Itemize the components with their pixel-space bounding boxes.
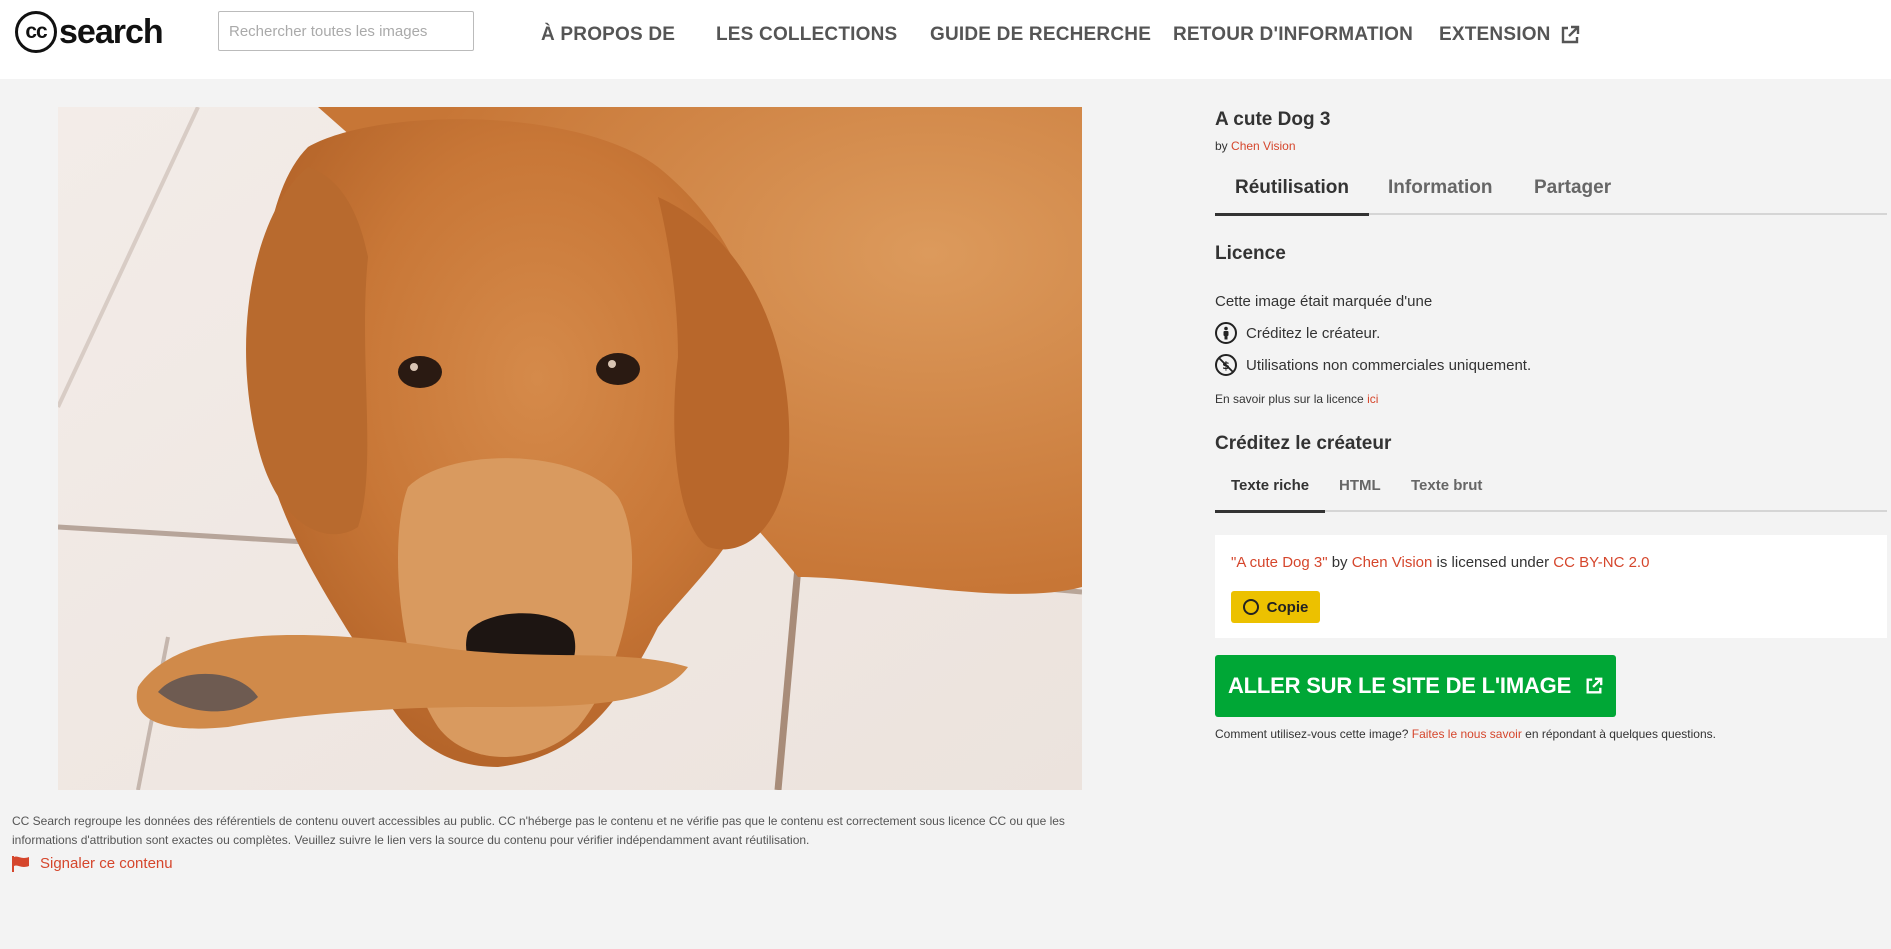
disclaimer-text: CC Search regroupe les données des référ… <box>12 814 1065 847</box>
image-details-panel: A cute Dog 3 by Chen Vision Réutilisatio… <box>1215 107 1887 741</box>
attribution-title-link[interactable]: "A cute Dog 3" <box>1231 554 1328 571</box>
attribution-text: "A cute Dog 3" by Chen Vision is license… <box>1231 554 1649 571</box>
attribution-icon <box>1215 322 1237 344</box>
tab-html[interactable]: HTML <box>1323 470 1397 512</box>
attribution-licensed: is licensed under <box>1436 554 1550 571</box>
feedback-suffix: en répondant à quelques questions. <box>1525 727 1716 741</box>
external-link-icon <box>1561 25 1579 44</box>
license-item-by: Créditez le créateur. <box>1215 322 1380 344</box>
detail-tabs: Réutilisation Information Partager <box>1215 171 1887 216</box>
tab-share[interactable]: Partager <box>1514 171 1631 215</box>
learn-more-link[interactable]: ici <box>1367 392 1378 406</box>
dog-photo <box>58 107 1082 790</box>
attribution-creator-link[interactable]: Chen Vision <box>1352 554 1433 571</box>
attribution-license-link[interactable]: CC BY-NC 2.0 <box>1553 554 1649 571</box>
cc-search-logo[interactable]: cc search <box>15 10 164 54</box>
learn-more-label: En savoir plus sur la licence <box>1215 392 1364 406</box>
cc-logo-icon: cc <box>15 11 57 53</box>
byline-by: by <box>1215 139 1228 153</box>
nav-extension-label: EXTENSION <box>1439 24 1551 45</box>
credit-format-tabs: Texte riche HTML Texte brut <box>1215 470 1887 513</box>
nav-extension[interactable]: EXTENSION <box>1439 24 1580 46</box>
nav-about[interactable]: À PROPOS DE <box>541 24 675 46</box>
go-to-image-site-button[interactable]: ALLER SUR LE SITE DE L'IMAGE <box>1215 655 1616 717</box>
nav-feedback[interactable]: RETOUR D'INFORMATION <box>1173 24 1413 46</box>
tab-information[interactable]: Information <box>1368 171 1513 215</box>
go-button-label: ALLER SUR LE SITE DE L'IMAGE <box>1227 673 1572 698</box>
tab-rich-text[interactable]: Texte riche <box>1215 470 1326 513</box>
license-item-nc: $ Utilisations non commerciales uniqueme… <box>1215 354 1531 376</box>
attribution-by: by <box>1331 554 1348 571</box>
logo-text: search <box>59 13 164 51</box>
license-item-by-label: Créditez le créateur. <box>1246 324 1381 342</box>
credit-heading: Créditez le créateur <box>1215 433 1392 454</box>
learn-more-text: En savoir plus sur la licence ici <box>1215 392 1378 406</box>
attribution-box: "A cute Dog 3" by Chen Vision is license… <box>1215 535 1887 638</box>
copy-button[interactable]: Copie <box>1231 591 1320 623</box>
image-title: A cute Dog 3 <box>1215 109 1331 130</box>
feedback-link[interactable]: Faites le nous savoir <box>1412 727 1522 741</box>
license-heading: Licence <box>1215 243 1286 264</box>
external-link-icon <box>1586 677 1603 694</box>
flag-icon <box>12 855 29 872</box>
feedback-text: Comment utilisez-vous cette image? Faite… <box>1215 727 1716 741</box>
creator-link[interactable]: Chen Vision <box>1231 139 1296 153</box>
copy-button-label: Copie <box>1266 598 1309 616</box>
nav-collections[interactable]: LES COLLECTIONS <box>716 24 897 46</box>
report-content-label: Signaler ce contenu <box>40 855 173 872</box>
tab-reuse[interactable]: Réutilisation <box>1215 171 1370 216</box>
license-intro: Cette image était marquée d'une <box>1215 293 1433 310</box>
main-image <box>58 107 1082 790</box>
nav-search-guide[interactable]: GUIDE DE RECHERCHE <box>930 24 1151 46</box>
svg-text:$: $ <box>1222 359 1230 372</box>
license-item-nc-label: Utilisations non commerciales uniquement… <box>1246 356 1532 374</box>
search-input[interactable] <box>218 11 474 51</box>
tab-plain-text[interactable]: Texte brut <box>1395 470 1498 512</box>
feedback-prefix: Comment utilisez-vous cette image? <box>1215 727 1409 741</box>
copy-icon <box>1242 599 1259 615</box>
image-byline: by Chen Vision <box>1215 139 1887 153</box>
top-header: cc search À PROPOS DE LES COLLECTIONS GU… <box>0 0 1891 79</box>
non-commercial-icon: $ <box>1215 354 1237 376</box>
report-content-link[interactable]: Signaler ce contenu <box>12 855 173 872</box>
